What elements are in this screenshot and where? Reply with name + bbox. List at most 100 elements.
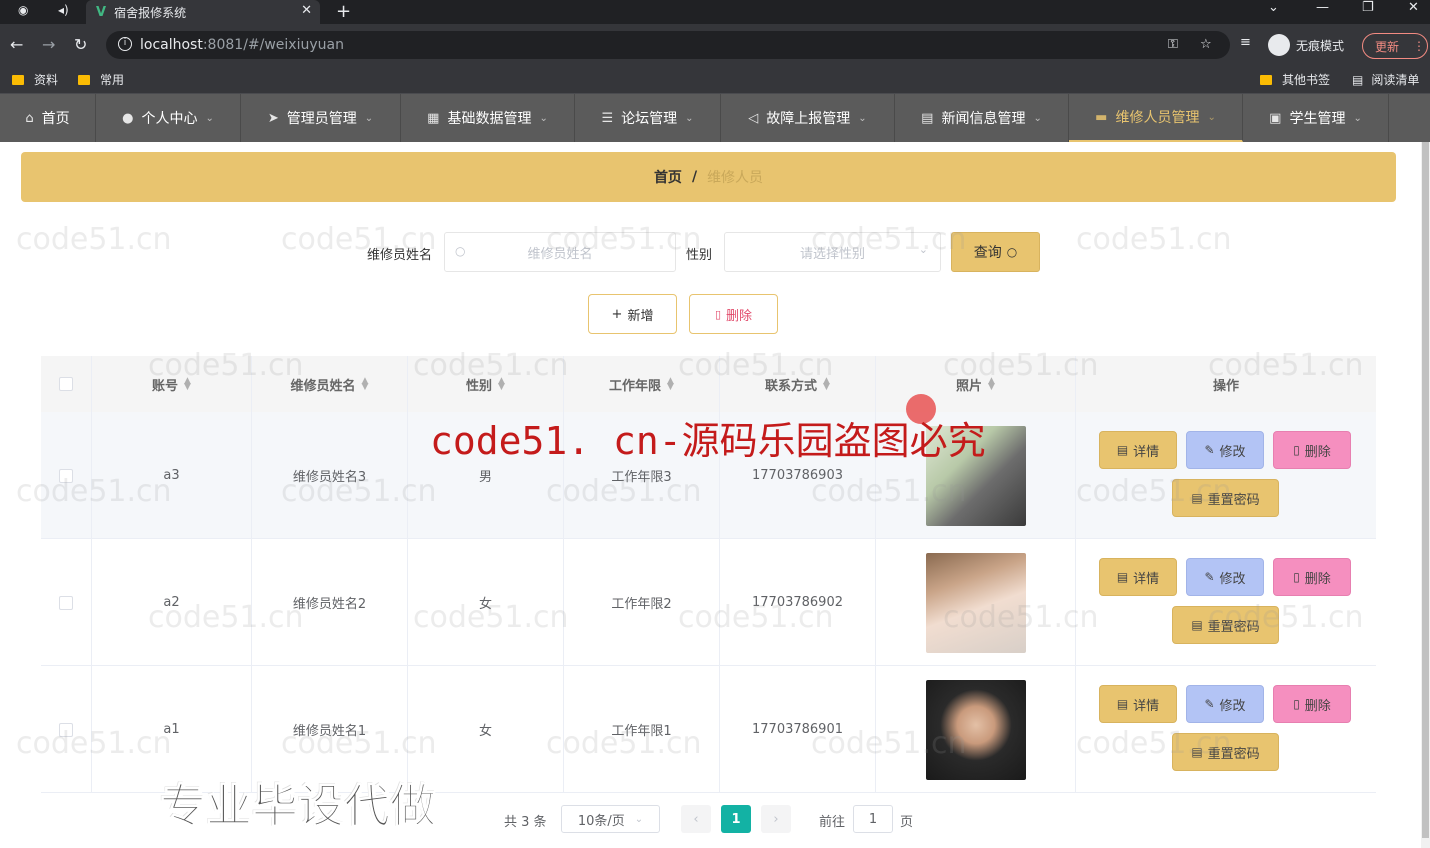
bookmark-folder[interactable]: 资料 (12, 71, 58, 88)
page-size-select[interactable]: 10条/页 ⌄ (561, 805, 660, 833)
nav-home[interactable]: ⌂ 首页 (0, 94, 96, 142)
delete-button[interactable]: ▯ 删除 (1273, 431, 1351, 469)
trash-icon: ▯ (1293, 570, 1300, 584)
incognito-icon (1268, 34, 1290, 56)
nav-basic-data[interactable]: ▦ 基础数据管理 ⌄ (401, 94, 575, 142)
more-icon: ⋮ (1413, 39, 1426, 53)
site-watermark: code51.cn (148, 348, 304, 383)
star-icon[interactable]: ☆ (1200, 37, 1212, 52)
site-watermark: code51.cn (811, 726, 967, 761)
reload-icon[interactable]: ↻ (74, 35, 87, 54)
page-scrollbar-thumb[interactable] (1422, 142, 1429, 838)
promo-watermark: 专业毕设代做 (160, 779, 437, 834)
globe-icon[interactable]: ◉ (18, 3, 28, 17)
news-icon: ▤ (921, 110, 934, 126)
site-info-icon[interactable]: i (118, 37, 132, 51)
nav-fault-report[interactable]: ◁ 故障上报管理 ⌄ (721, 94, 895, 142)
site-watermark: code51.cn (811, 474, 967, 509)
bookmark-label: 资料 (34, 73, 59, 87)
site-watermark: code51.cn (678, 348, 834, 383)
other-bookmarks[interactable]: 其他书签 (1260, 71, 1330, 88)
key-icon[interactable]: ⚿ (1168, 37, 1178, 52)
url-path: :8081/#/weixiuyuan (202, 37, 344, 53)
site-watermark: code51.cn (943, 348, 1099, 383)
add-label: 新增 (627, 308, 654, 324)
nav-repair-staff[interactable]: ▬ 维修人员管理 ⌄ (1069, 94, 1243, 142)
nav-students[interactable]: ▣ 学生管理 ⌄ (1243, 94, 1389, 142)
worker-icon: ▬ (1095, 109, 1108, 125)
delete-button[interactable]: ▯ 删除 (1273, 558, 1351, 596)
delete-label: 删除 (1304, 571, 1331, 587)
nav-label: 新闻信息管理 (941, 111, 1026, 127)
next-page-button[interactable]: › (761, 805, 791, 833)
edit-button[interactable]: ✎ 修改 (1186, 431, 1264, 469)
sort-icon[interactable]: ▲ ▼ (362, 377, 369, 392)
site-watermark: code51.cn (281, 474, 437, 509)
breadcrumb-home[interactable]: 首页 (654, 167, 682, 187)
document-icon: ▤ (1191, 618, 1203, 632)
vue-logo-icon: V (96, 4, 107, 20)
detail-button[interactable]: ▤ 详情 (1099, 685, 1177, 723)
edit-label: 修改 (1219, 444, 1246, 460)
back-icon[interactable]: ← (10, 35, 23, 54)
tab-search-icon[interactable]: ⌄ (1268, 0, 1279, 15)
nav-admin[interactable]: ➤ 管理员管理 ⌄ (241, 94, 401, 142)
site-watermark: code51.cn (546, 474, 702, 509)
nav-forum[interactable]: ☰ 论坛管理 ⌄ (575, 94, 721, 142)
site-watermark: code51.cn (1076, 474, 1232, 509)
reading-list[interactable]: ▤ 阅读清单 (1352, 71, 1419, 88)
breadcrumb: 首页 / 维修人员 (21, 152, 1396, 202)
page-size-value: 10条/页 (577, 813, 625, 829)
row-checkbox[interactable] (59, 595, 73, 610)
speaker-icon[interactable]: ◂) (58, 3, 69, 17)
close-tab-icon[interactable]: ✕ (301, 3, 312, 18)
pencil-icon: ✎ (1204, 570, 1215, 584)
breadcrumb-separator: / (691, 169, 698, 185)
pencil-icon: ✎ (1204, 697, 1215, 711)
delete-button[interactable]: ▯ 删除 (1273, 685, 1351, 723)
new-tab-icon[interactable]: + (336, 1, 351, 22)
batch-delete-button[interactable]: ▯ 删除 (689, 294, 778, 334)
minimize-icon[interactable]: — (1316, 0, 1329, 15)
browser-tab[interactable]: V 宿舍报修系统 ✕ (86, 0, 320, 24)
prev-page-button[interactable]: ‹ (681, 805, 711, 833)
select-all-checkbox[interactable] (59, 377, 73, 391)
incognito-indicator[interactable]: 无痕模式 (1268, 34, 1344, 56)
chevron-right-icon: › (773, 811, 779, 827)
bookmark-folder[interactable]: 常用 (78, 71, 124, 88)
nav-label: 基础数据管理 (447, 111, 532, 127)
chevron-down-icon: ⌄ (1353, 112, 1362, 124)
chevron-down-icon: ⌄ (858, 112, 867, 124)
nav-label: 论坛管理 (621, 111, 678, 127)
site-watermark: code51.cn (546, 222, 702, 257)
chevron-down-icon: ⌄ (539, 112, 548, 124)
edit-button[interactable]: ✎ 修改 (1186, 558, 1264, 596)
row-select-cell (41, 539, 92, 666)
edit-button[interactable]: ✎ 修改 (1186, 685, 1264, 723)
add-button[interactable]: + 新增 (588, 294, 677, 334)
student-icon: ▣ (1269, 110, 1282, 126)
reading-list-icon[interactable]: ≡ (1240, 35, 1251, 50)
window-close-icon[interactable]: ✕ (1408, 0, 1419, 15)
detail-button[interactable]: ▤ 详情 (1099, 431, 1177, 469)
sort-icon[interactable]: ▲ ▼ (667, 377, 674, 392)
folder-icon (1260, 74, 1272, 85)
tab-title: 宿舍报修系统 (114, 5, 187, 20)
update-button[interactable]: 更新 ⋮ (1362, 33, 1428, 59)
folder-icon (12, 74, 24, 85)
chevron-down-icon: ⌄ (364, 112, 374, 124)
restore-icon[interactable]: ❐ (1362, 0, 1374, 15)
data-icon: ▦ (427, 110, 440, 126)
detail-button[interactable]: ▤ 详情 (1099, 558, 1177, 596)
delete-label: 删除 (1304, 698, 1331, 714)
forward-icon[interactable]: → (42, 35, 55, 54)
nav-profile[interactable]: ● 个人中心 ⌄ (96, 94, 241, 142)
send-icon: ➤ (267, 110, 279, 126)
bookmarks-bar: 资料 常用 其他书签 ▤ 阅读清单 (0, 66, 1430, 94)
nav-news[interactable]: ▤ 新闻信息管理 ⌄ (895, 94, 1069, 142)
delete-label: 删除 (1304, 444, 1331, 460)
url-field[interactable]: i localhost:8081/#/weixiuyuan ⚿ ☆ (106, 31, 1230, 59)
goto-page-input[interactable]: 1 (853, 805, 893, 833)
page-number-active[interactable]: 1 (721, 805, 751, 833)
breadcrumb-current: 维修人员 (707, 170, 764, 186)
